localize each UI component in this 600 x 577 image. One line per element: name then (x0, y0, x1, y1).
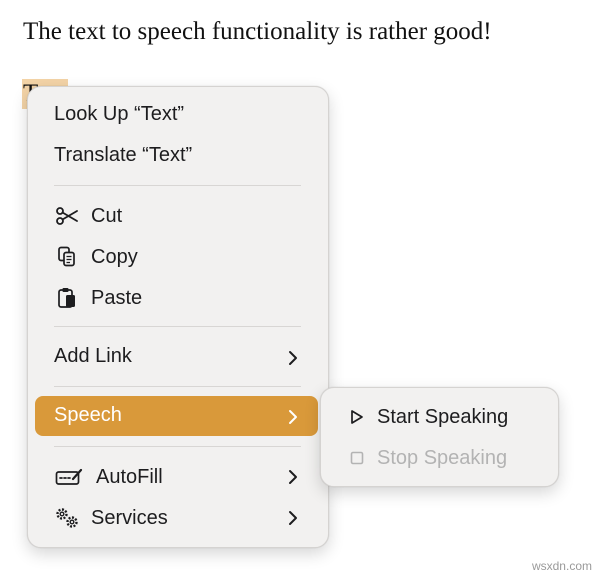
menu-item-cut[interactable]: Cut (54, 203, 122, 229)
menu-item-copy[interactable]: Copy (54, 244, 138, 270)
copy-icon (54, 244, 80, 270)
menu-item-look-up-label: Look Up “Text” (54, 103, 185, 125)
submenu-item-stop-speaking-label: Stop Speaking (377, 446, 508, 469)
menu-item-paste[interactable]: Paste (54, 285, 142, 311)
menu-item-paste-label: Paste (91, 286, 143, 309)
menu-item-add-link[interactable]: Add Link (54, 345, 132, 368)
menu-item-services[interactable]: Services (54, 505, 168, 531)
menu-separator (54, 446, 301, 447)
menu-separator (54, 326, 301, 327)
menu-item-services-label: Services (91, 506, 168, 529)
watermark: wsxdn.com (531, 559, 592, 573)
menu-item-cut-label: Cut (91, 204, 123, 227)
menu-item-add-link-label: Add Link (54, 345, 132, 367)
menu-item-autofill[interactable]: AutoFill (54, 464, 163, 490)
menu-item-translate-label: Translate “Text” (54, 144, 193, 166)
menu-item-look-up[interactable]: Look Up “Text” (54, 103, 184, 126)
menu-item-autofill-label: AutoFill (96, 465, 163, 488)
menu-separator (54, 386, 301, 387)
autofill-icon (54, 464, 84, 490)
stop-icon (348, 445, 366, 471)
chevron-right-icon (283, 508, 303, 528)
menu-item-speech[interactable]: Speech (54, 404, 122, 427)
menu-item-speech-label: Speech (54, 404, 122, 426)
scissors-icon (54, 203, 80, 229)
menu-item-copy-label: Copy (91, 245, 138, 268)
document-text: The text to speech functionality is rath… (23, 18, 492, 45)
submenu-item-stop-speaking[interactable]: Stop Speaking (348, 445, 507, 471)
menu-item-translate[interactable]: Translate “Text” (54, 144, 192, 167)
submenu-item-start-speaking[interactable]: Start Speaking (348, 404, 508, 430)
chevron-right-icon (283, 407, 303, 427)
gears-icon (54, 505, 80, 531)
chevron-right-icon (283, 467, 303, 487)
menu-separator (54, 185, 301, 186)
submenu-item-start-speaking-label: Start Speaking (377, 405, 509, 428)
speech-submenu (320, 387, 559, 487)
chevron-right-icon (283, 348, 303, 368)
play-icon (348, 404, 366, 430)
page: The text to speech functionality is rath… (0, 0, 600, 577)
clipboard-icon (54, 285, 80, 311)
